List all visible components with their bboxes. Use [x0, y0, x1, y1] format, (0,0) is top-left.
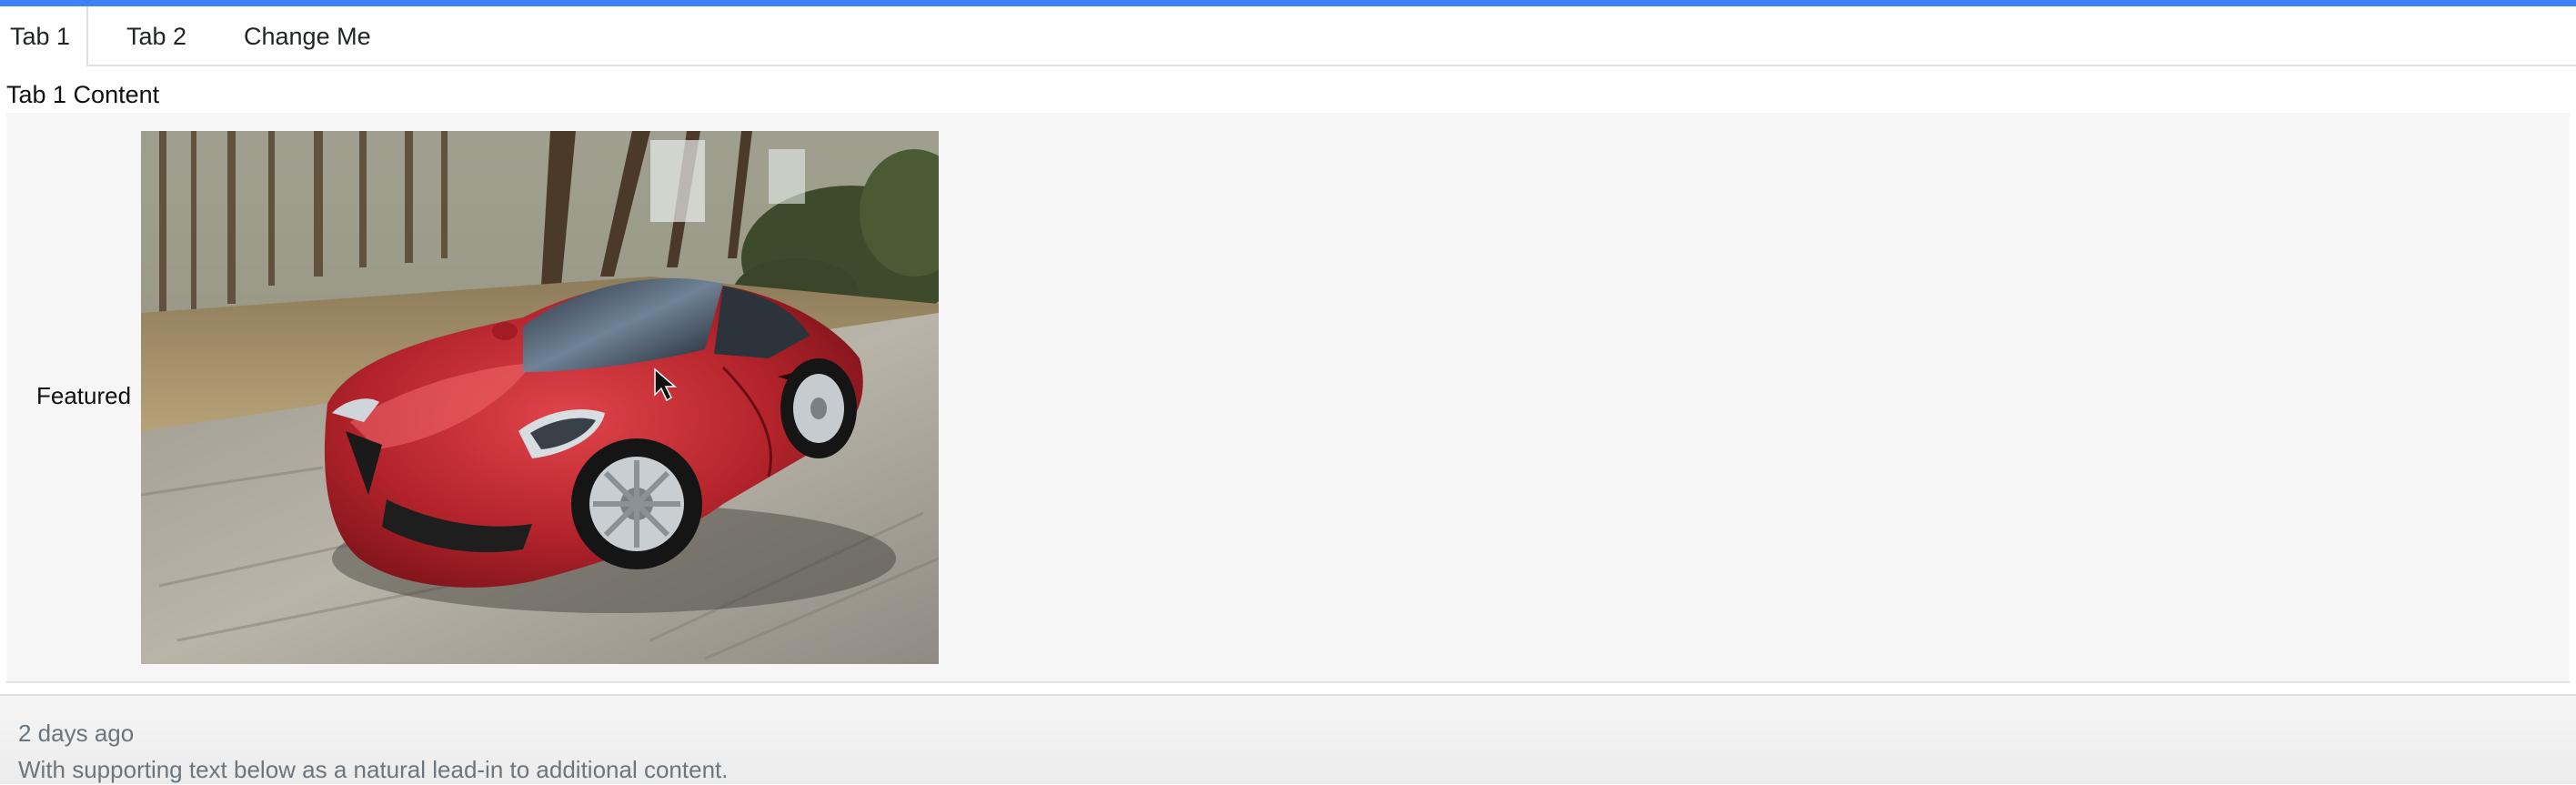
footer-supporting-text: With supporting text below as a natural …	[18, 756, 729, 783]
tab-1[interactable]: Tab 1	[0, 6, 88, 66]
tab-bar: Tab 1 Tab 2 Change Me	[0, 6, 2576, 66]
tab-2[interactable]: Tab 2	[126, 6, 186, 66]
top-accent-bar	[0, 0, 2576, 6]
featured-label: Featured	[36, 382, 132, 409]
car-photo	[141, 131, 939, 664]
featured-panel: Featured	[6, 113, 2570, 683]
tab-change-me[interactable]: Change Me	[244, 6, 371, 66]
tab-content-title: Tab 1 Content	[6, 81, 160, 108]
footer-timestamp: 2 days ago	[18, 720, 135, 747]
section-divider	[0, 683, 2576, 694]
card-footer: 2 days ago With supporting text below as…	[0, 694, 2576, 784]
